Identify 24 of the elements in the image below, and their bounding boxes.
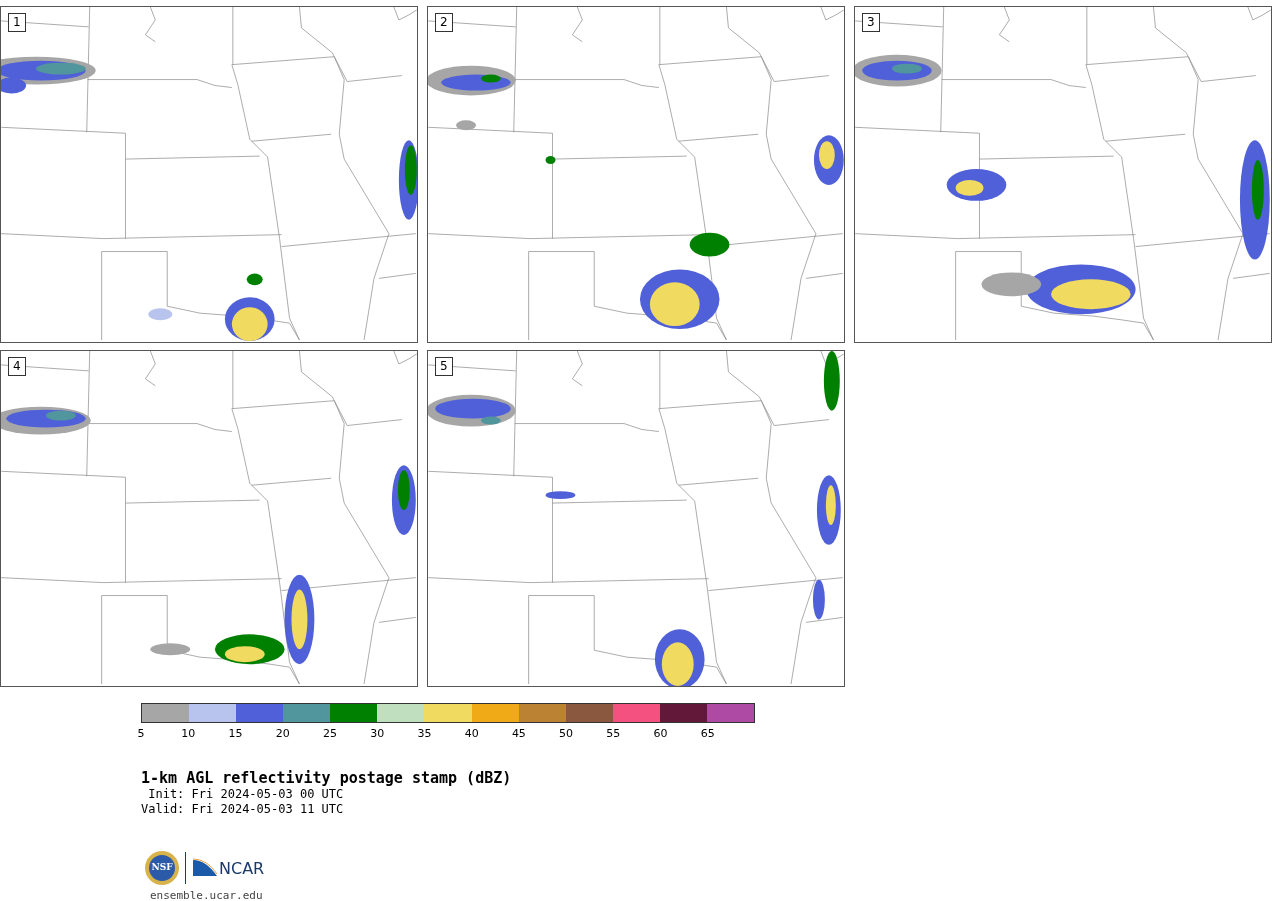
colorbar-tick-label: 55 bbox=[606, 727, 621, 740]
plot-title: 1-km AGL reflectivity postage stamp (dBZ) bbox=[141, 769, 513, 787]
panel-number: 4 bbox=[8, 357, 26, 376]
panel-number: 1 bbox=[8, 13, 26, 32]
init-time: Init: Fri 2024-05-03 00 UTC bbox=[147, 787, 345, 802]
colorbar-tick-label: 30 bbox=[370, 727, 385, 740]
colorbar-tick-label: 5 bbox=[137, 727, 145, 740]
panel-number: 3 bbox=[862, 13, 880, 32]
colorbar-tick-label: 25 bbox=[322, 727, 337, 740]
colorbar-tick-label: 20 bbox=[275, 727, 290, 740]
valid-time: Valid: Fri 2024-05-03 11 UTC bbox=[141, 802, 345, 817]
colorbar-tick-label: 50 bbox=[559, 727, 574, 740]
ncar-logo: NCAR bbox=[192, 858, 265, 878]
colorbar-tick-label: 65 bbox=[700, 727, 715, 740]
colorbar-tick-label: 15 bbox=[228, 727, 243, 740]
website-url: ensemble.ucar.edu bbox=[150, 888, 264, 901]
colorbar-tick-label: 60 bbox=[653, 727, 668, 740]
colorbar-tick-label: 10 bbox=[181, 727, 196, 740]
panel-number: 5 bbox=[435, 357, 453, 376]
colorbar-tick-label: 45 bbox=[511, 727, 526, 740]
colorbar-tick-label: 40 bbox=[464, 727, 479, 740]
colorbar-tick-label: 35 bbox=[417, 727, 432, 740]
panel-number: 2 bbox=[435, 13, 453, 32]
nsf-logo: NSF bbox=[145, 851, 179, 885]
